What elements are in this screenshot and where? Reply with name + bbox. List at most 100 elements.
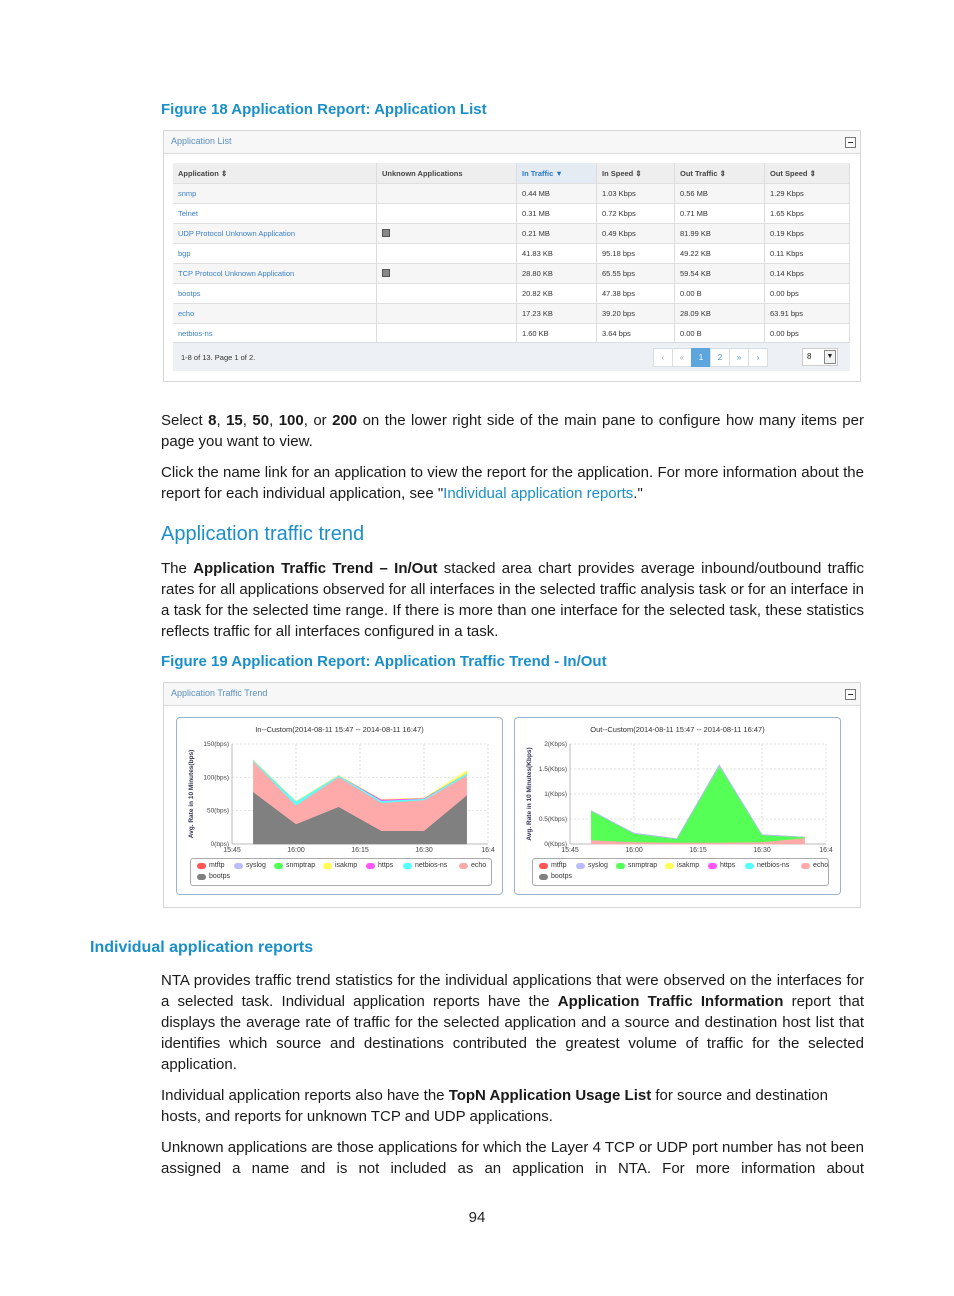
out-speed-cell: 0.19 Kbps <box>764 223 850 244</box>
chevron-down-icon[interactable]: ▼ <box>824 350 836 364</box>
individual-reports-link[interactable]: Individual application reports <box>443 485 633 502</box>
column-header-in-traffic[interactable]: In Traffic ▼ <box>516 163 597 184</box>
unknown-application-cell <box>376 283 517 304</box>
unknown-app-report-icon[interactable] <box>382 228 390 237</box>
legend-item-snmptrap[interactable]: snmptrap <box>274 862 315 869</box>
items-per-page-value: 8 <box>807 352 812 361</box>
last-page-button[interactable]: » <box>729 348 749 367</box>
column-header-application[interactable]: Application ⇕ <box>173 163 377 184</box>
pagination-info: 1-8 of 13. Page 1 of 2. <box>181 353 256 362</box>
out-speed-cell: 1.65 Kbps <box>764 203 850 224</box>
app-name-link[interactable]: Telnet <box>173 203 377 224</box>
app-name-link[interactable]: bootps <box>173 283 377 304</box>
out-traffic-cell: 0.00 B <box>674 323 765 343</box>
legend-item-mtftp[interactable]: mtftp <box>197 862 225 869</box>
legend-item-bootps[interactable]: bootps <box>539 873 572 880</box>
legend-item-mtftp[interactable]: mtftp <box>539 862 567 869</box>
in-speed-cell: 65.55 bps <box>596 263 675 284</box>
table-row: Telnet 0.31 MB 0.72 Kbps 0.71 MB 1.65 Kbps <box>173 203 850 224</box>
y-tick-label: 0(bps) <box>211 841 229 848</box>
first-page-button[interactable]: « <box>672 348 692 367</box>
table-row: bgp 41.83 KB 95.18 bps 49.22 KB 0.11 Kbps <box>173 243 850 264</box>
app-name-link[interactable]: bgp <box>173 243 377 264</box>
paragraph-name-link: Click the name link for an application t… <box>161 464 864 502</box>
in-traffic-cell: 28.80 KB <box>516 263 597 284</box>
legend-item-echo[interactable]: echo <box>801 862 828 869</box>
sort-icon: ⇕ <box>220 168 228 178</box>
out-traffic-cell: 0.56 MB <box>674 183 765 204</box>
legend-swatch <box>403 862 412 869</box>
legend-label: mtftp <box>209 862 225 869</box>
legend-item-https[interactable]: https <box>366 862 393 869</box>
in-traffic-cell: 1.60 KB <box>516 323 597 343</box>
legend-item-netbios-ns[interactable]: netbios-ns <box>745 862 789 869</box>
legend-item-isakmp[interactable]: isakmp <box>323 862 357 869</box>
legend-item-snmptrap[interactable]: snmptrap <box>616 862 657 869</box>
paragraph-topn: Individual application reports also have… <box>161 1087 828 1125</box>
pagination-bar: 1-8 of 13. Page 1 of 2. ‹ « 1 2 » › 8 ▼ <box>173 342 850 371</box>
x-tick-label: 16:00 <box>625 847 643 854</box>
page-2-button[interactable]: 2 <box>710 348 730 367</box>
legend-label: netbios-ns <box>757 862 790 869</box>
x-tick-label: 16:00 <box>287 847 305 854</box>
unknown-app-report-icon[interactable] <box>382 268 390 277</box>
sort-icon: ⇕ <box>719 168 726 178</box>
in-traffic-cell: 17.23 KB <box>516 303 597 324</box>
x-tick-label: 16:4 <box>481 847 495 854</box>
sort-desc-icon: ▼ <box>555 168 563 178</box>
legend-label: https <box>378 862 394 869</box>
app-name-link[interactable]: echo <box>173 303 377 324</box>
legend-swatch <box>234 862 243 869</box>
legend-swatch <box>323 862 332 869</box>
page-number: 94 <box>468 1209 486 1226</box>
out-speed-cell: 63.91 bps <box>764 303 850 324</box>
column-header-out-traffic[interactable]: Out Traffic ⇕ <box>674 163 765 184</box>
out-traffic-cell: 0.00 B <box>674 283 765 304</box>
out-traffic-cell: 81.99 KB <box>674 223 765 244</box>
unknown-application-cell <box>376 263 517 284</box>
legend-item-syslog[interactable]: syslog <box>576 862 608 869</box>
app-name-link[interactable]: TCP Protocol Unknown Application <box>173 263 377 284</box>
legend-swatch <box>745 862 754 869</box>
legend-item-syslog[interactable]: syslog <box>234 862 266 869</box>
column-header-in-speed[interactable]: In Speed ⇕ <box>596 163 675 184</box>
out-speed-cell: 0.00 bps <box>764 323 850 343</box>
y-tick-label: 50(bps) <box>207 808 229 815</box>
column-header-unknown-applications: Unknown Applications <box>376 163 517 184</box>
app-name-link[interactable]: netbios-ns <box>173 323 377 343</box>
collapse-icon[interactable] <box>845 137 856 148</box>
items-per-page-select[interactable]: 8 ▼ <box>802 348 838 366</box>
out-traffic-chart: Out--Custom(2014-08-11 15:47 -- 2014-08-… <box>514 717 841 895</box>
legend-item-echo[interactable]: echo <box>459 862 486 869</box>
legend-label: isakmp <box>335 862 358 869</box>
unknown-application-cell <box>376 223 517 244</box>
unknown-application-cell <box>376 323 517 343</box>
legend-label: isakmp <box>677 862 700 869</box>
paragraph-items-per-page: Select 8, 15, 50, 100, or 200 on the low… <box>161 412 864 450</box>
out-traffic-cell: 49.22 KB <box>674 243 765 264</box>
next-page-button[interactable]: › <box>748 348 768 367</box>
app-name-link[interactable]: snmp <box>173 183 377 204</box>
collapse-icon[interactable] <box>845 689 856 700</box>
prev-page-button[interactable]: ‹ <box>653 348 673 367</box>
column-header-out-speed[interactable]: Out Speed ⇕ <box>764 163 850 184</box>
legend-label: echo <box>813 862 829 869</box>
table-row: netbios-ns 1.60 KB 3.64 bps 0.00 B 0.00 bps <box>173 323 850 343</box>
out-traffic-cell: 28.09 KB <box>674 303 765 324</box>
app-name-link[interactable]: UDP Protocol Unknown Application <box>173 223 377 244</box>
x-tick-label: 15:45 <box>223 847 241 854</box>
legend-item-https[interactable]: https <box>708 862 735 869</box>
legend-item-bootps[interactable]: bootps <box>197 873 230 880</box>
pagination: ‹ « 1 2 » › <box>653 348 768 367</box>
paragraph-individual-reports: NTA provides traffic trend statistics fo… <box>161 972 865 1073</box>
y-tick-label: 2(Kbps) <box>544 741 567 748</box>
out-traffic-cell: 0.71 MB <box>674 203 765 224</box>
in-traffic-cell: 0.44 MB <box>516 183 597 204</box>
page-1-button[interactable]: 1 <box>691 348 711 367</box>
legend-item-netbios-ns[interactable]: netbios-ns <box>403 862 447 869</box>
table-row: snmp 0.44 MB 1.03 Kbps 0.56 MB 1.29 Kbps <box>173 183 850 204</box>
in-speed-cell: 1.03 Kbps <box>596 183 675 204</box>
y-axis-label: Avg. Rate in 10 Minutes(Kbps) <box>526 747 533 840</box>
legend-item-isakmp[interactable]: isakmp <box>665 862 699 869</box>
legend-swatch <box>576 862 585 869</box>
